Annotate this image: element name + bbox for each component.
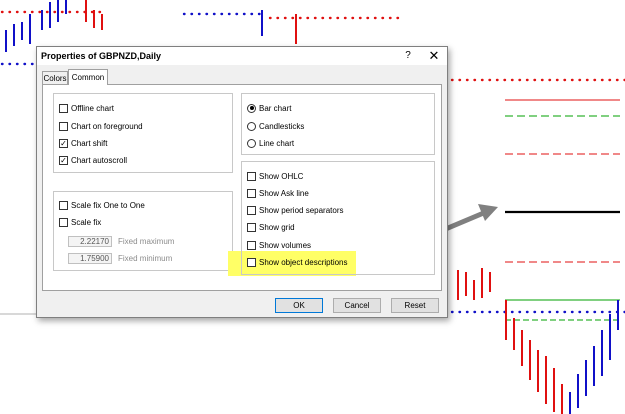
show-period-separators-checkbox[interactable] (247, 205, 256, 215)
chart-shift-option[interactable]: ✓ Chart shift (59, 137, 107, 149)
tab-common[interactable]: Common (68, 69, 108, 85)
show-grid-option[interactable]: Show grid (247, 221, 295, 233)
fixed-minimum-input[interactable]: 1.75900 (68, 252, 112, 264)
help-icon[interactable]: ? (401, 49, 415, 63)
show-volumes-checkbox[interactable] (247, 240, 256, 250)
scale-fix-label: Scale fix (71, 217, 102, 227)
common-tab-panel: Offline chart Chart on foreground ✓ Char… (42, 84, 442, 291)
offline-chart-label: Offline chart (71, 103, 114, 113)
tab-colors[interactable]: Colors (42, 71, 68, 84)
chart-options-group: Offline chart Chart on foreground ✓ Char… (53, 93, 233, 173)
offline-chart-option[interactable]: Offline chart (59, 102, 114, 114)
fixed-minimum-label: Fixed minimum (118, 253, 173, 263)
dialog-titlebar[interactable]: Properties of GBPNZD,Daily ? ✕ (37, 47, 447, 65)
show-period-separators-option[interactable]: Show period separators (247, 204, 344, 216)
ok-button[interactable]: OK (275, 298, 323, 313)
bar-chart-option[interactable]: Bar chart (247, 102, 291, 114)
check-icon: ✓ (60, 155, 67, 165)
scale-fix-checkbox[interactable] (59, 217, 68, 227)
chart-on-foreground-label: Chart on foreground (71, 121, 143, 131)
scale-fix-one-to-one-label: Scale fix One to One (71, 200, 145, 210)
candlesticks-radio[interactable] (247, 121, 256, 131)
line-chart-label: Line chart (259, 138, 295, 148)
check-icon: ✓ (60, 138, 67, 148)
radio-selected-indicator (249, 106, 254, 110)
show-object-descriptions-label: Show object descriptions (259, 257, 348, 267)
line-chart-radio[interactable] (247, 138, 256, 148)
dialog-title: Properties of GBPNZD,Daily (41, 51, 162, 61)
chart-bars-top-left (5, 0, 297, 52)
cancel-button[interactable]: Cancel (333, 298, 381, 313)
scale-fix-option[interactable]: Scale fix (59, 216, 101, 228)
chart-shift-label: Chart shift (71, 138, 108, 148)
properties-dialog: Properties of GBPNZD,Daily ? ✕ Colors Co… (36, 46, 448, 318)
show-grid-label: Show grid (259, 222, 295, 232)
fixed-maximum-input[interactable]: 2.22170 (68, 235, 112, 247)
reset-button[interactable]: Reset (391, 298, 439, 313)
chart-autoscroll-option[interactable]: ✓ Chart autoscroll (59, 154, 127, 166)
show-ask-line-option[interactable]: Show Ask line (247, 187, 309, 199)
show-options-group: Show OHLC Show Ask line Show period sepa… (241, 161, 435, 275)
bar-chart-label: Bar chart (259, 103, 292, 113)
offline-chart-checkbox[interactable] (59, 103, 68, 113)
candlesticks-option[interactable]: Candlesticks (247, 120, 304, 132)
show-object-descriptions-checkbox[interactable] (247, 257, 256, 267)
bar-chart-radio[interactable] (247, 103, 256, 113)
show-ask-line-checkbox[interactable] (247, 188, 256, 198)
chart-type-group: Bar chart Candlesticks Line chart (241, 93, 435, 155)
show-ask-line-label: Show Ask line (259, 188, 309, 198)
show-object-descriptions-option[interactable]: Show object descriptions (247, 256, 348, 268)
scale-fix-one-to-one-option[interactable]: Scale fix One to One (59, 199, 145, 211)
candlesticks-label: Candlesticks (259, 121, 305, 131)
show-period-separators-label: Show period separators (259, 205, 344, 215)
chart-bars-bottom-right (457, 268, 619, 414)
show-ohlc-checkbox[interactable] (247, 171, 256, 181)
scale-fix-one-to-one-checkbox[interactable] (59, 200, 68, 210)
chart-autoscroll-checkbox[interactable]: ✓ (59, 155, 68, 165)
show-volumes-label: Show volumes (259, 240, 312, 250)
chart-shift-checkbox[interactable]: ✓ (59, 138, 68, 148)
show-volumes-option[interactable]: Show volumes (247, 239, 311, 251)
chart-on-foreground-checkbox[interactable] (59, 121, 68, 131)
fixed-maximum-label: Fixed maximum (118, 236, 175, 246)
show-grid-checkbox[interactable] (247, 222, 256, 232)
close-icon[interactable]: ✕ (426, 49, 442, 63)
chart-on-foreground-option[interactable]: Chart on foreground (59, 120, 143, 132)
chart-autoscroll-label: Chart autoscroll (71, 155, 128, 165)
show-ohlc-option[interactable]: Show OHLC (247, 170, 303, 182)
fixed-maximum-row: 2.22170 Fixed maximum (68, 235, 174, 247)
fixed-minimum-row: 1.75900 Fixed minimum (68, 252, 172, 264)
line-chart-option[interactable]: Line chart (247, 137, 294, 149)
show-ohlc-label: Show OHLC (259, 171, 304, 181)
scale-options-group: Scale fix One to One Scale fix 2.22170 F… (53, 191, 233, 271)
